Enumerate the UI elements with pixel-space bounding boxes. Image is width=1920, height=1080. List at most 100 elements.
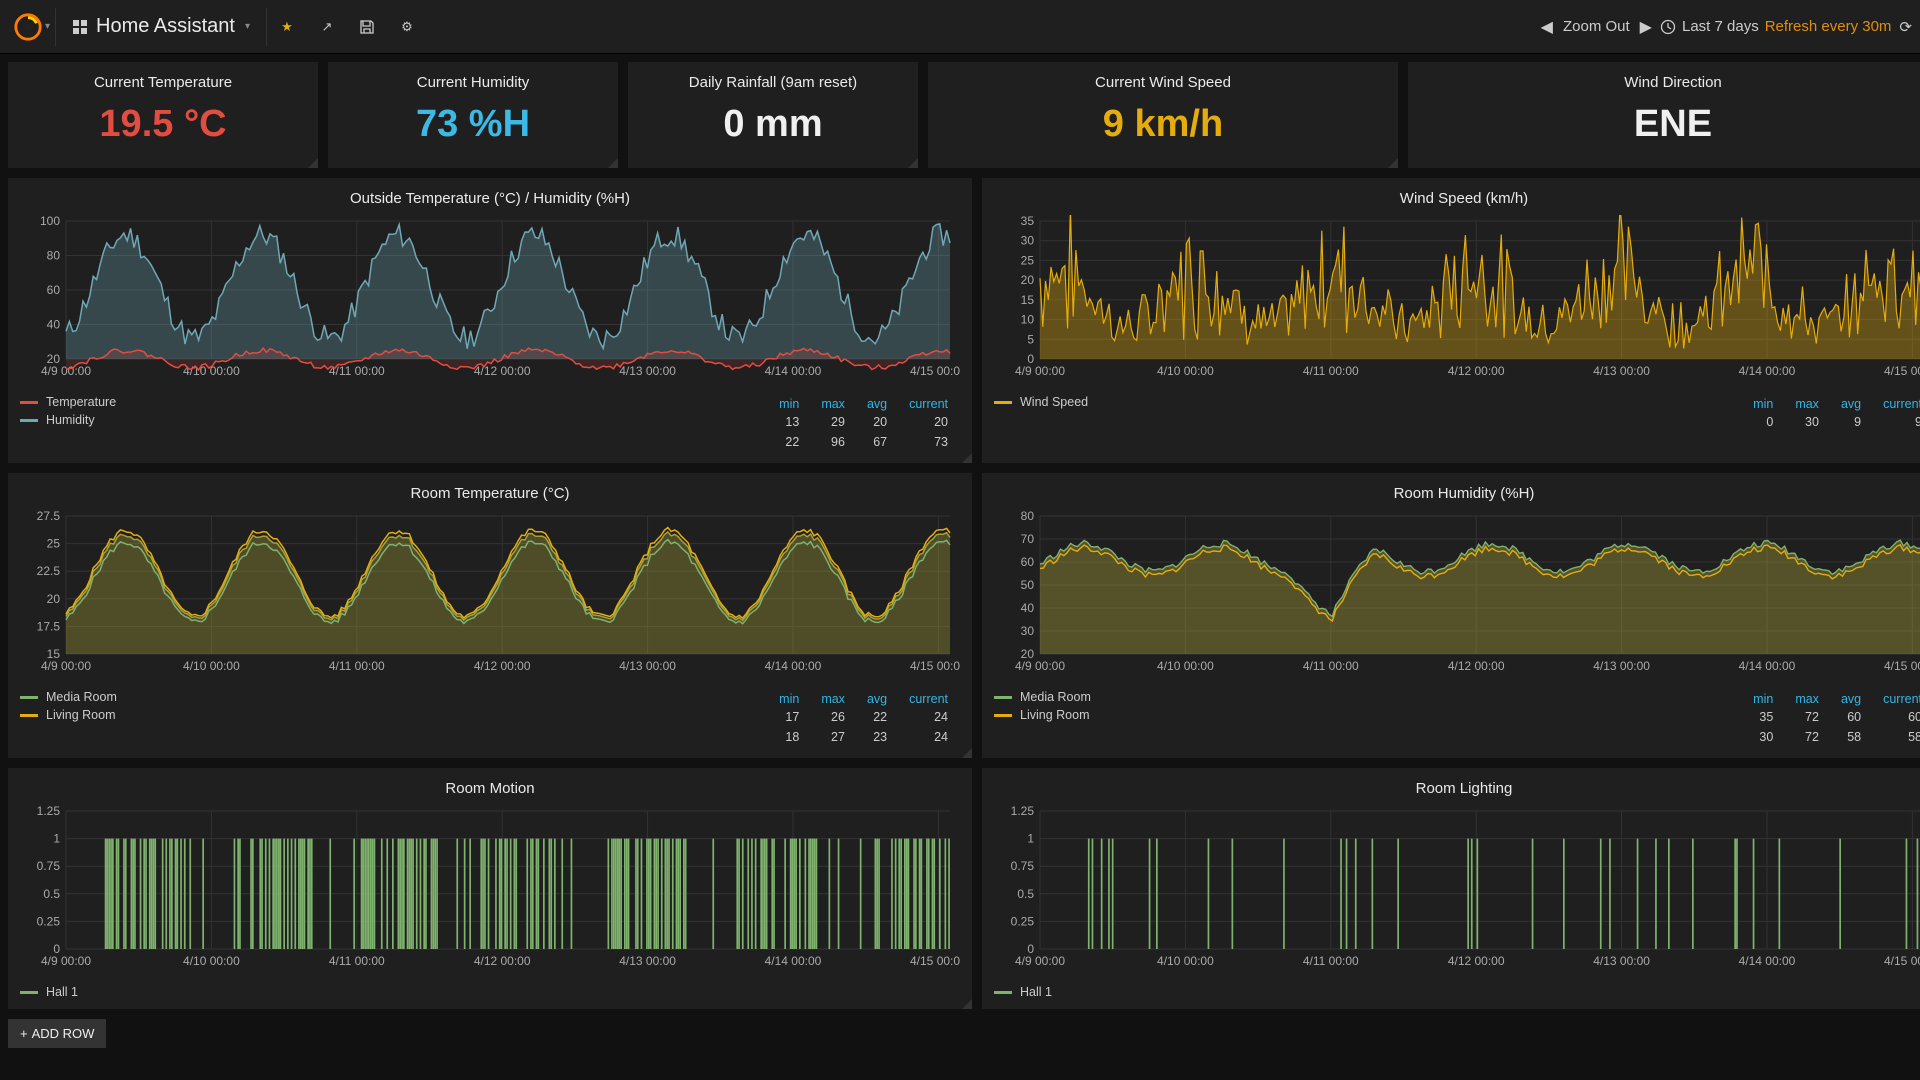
zoom-out-button[interactable]: Zoom Out: [1563, 18, 1630, 35]
svg-text:4/14 00:00: 4/14 00:00: [765, 954, 822, 968]
chart-svg: 204060801004/9 00:004/10 00:004/11 00:00…: [20, 215, 960, 383]
time-range-picker[interactable]: Last 7 days Refresh every 30m: [1660, 18, 1891, 35]
legend: Media RoomLiving Roomminmaxavgcurrent172…: [8, 686, 972, 758]
chart-svg: 1517.52022.52527.54/9 00:004/10 00:004/1…: [20, 510, 960, 678]
legend-item[interactable]: Hall 1: [994, 985, 1052, 999]
legend-label: Living Room: [46, 708, 115, 722]
legend-swatch: [994, 696, 1012, 699]
svg-text:1: 1: [1027, 832, 1034, 846]
svg-text:1: 1: [53, 832, 60, 846]
panel-title: Outside Temperature (°C) / Humidity (%H): [8, 178, 972, 215]
stat-panel: Current Temperature 19.5 °C: [8, 62, 318, 168]
add-row-button[interactable]: + ADD ROW: [8, 1019, 106, 1048]
svg-text:0.25: 0.25: [1011, 914, 1035, 928]
legend-item[interactable]: Wind Speed: [994, 395, 1088, 409]
dashboard-title: Home Assistant: [96, 15, 235, 38]
svg-text:4/13 00:00: 4/13 00:00: [619, 954, 676, 968]
stat-panel: Daily Rainfall (9am reset) 0 mm: [628, 62, 918, 168]
graph-body[interactable]: 00.250.50.7511.254/9 00:004/10 00:004/11…: [982, 805, 1920, 981]
legend-label: Hall 1: [1020, 985, 1052, 999]
legend-swatch: [994, 714, 1012, 717]
legend-label: Living Room: [1020, 708, 1089, 722]
legend-item[interactable]: Temperature: [20, 395, 116, 409]
settings-button[interactable]: ⚙: [387, 8, 427, 46]
graph-body[interactable]: 051015202530354/9 00:004/10 00:004/11 00…: [982, 215, 1920, 391]
plus-icon: +: [20, 1026, 28, 1041]
legend-swatch: [20, 401, 38, 404]
svg-text:4/11 00:00: 4/11 00:00: [1303, 954, 1359, 968]
svg-text:80: 80: [1021, 510, 1035, 523]
svg-text:4/12 00:00: 4/12 00:00: [474, 364, 531, 378]
legend-item[interactable]: Living Room: [994, 708, 1091, 722]
legend-item[interactable]: Media Room: [20, 690, 117, 704]
gear-icon: ⚙: [401, 19, 413, 35]
panel-title: Current Humidity: [417, 62, 530, 99]
svg-text:0.5: 0.5: [43, 887, 60, 901]
share-button[interactable]: ↗: [307, 8, 347, 46]
svg-text:4/10 00:00: 4/10 00:00: [1157, 659, 1214, 673]
legend-item[interactable]: Humidity: [20, 413, 116, 427]
chart-svg: 203040506070804/9 00:004/10 00:004/11 00…: [994, 510, 1920, 678]
svg-text:80: 80: [47, 249, 61, 263]
legend-label: Media Room: [1020, 690, 1091, 704]
panel-room-humidity: Room Humidity (%H) 203040506070804/9 00:…: [982, 473, 1920, 758]
panel-room-lighting: Room Lighting 00.250.50.7511.254/9 00:00…: [982, 768, 1920, 1009]
svg-text:4/10 00:00: 4/10 00:00: [183, 659, 240, 673]
resize-handle[interactable]: [1388, 158, 1398, 168]
svg-text:4/15 00:00: 4/15 00:00: [1884, 954, 1920, 968]
svg-text:10: 10: [1021, 313, 1035, 327]
time-range-label: Last 7 days: [1682, 18, 1759, 35]
resize-handle[interactable]: [962, 453, 972, 463]
panel-title: Daily Rainfall (9am reset): [689, 62, 857, 99]
stat-panel: Current Humidity 73 %H: [328, 62, 618, 168]
chart-svg: 00.250.50.7511.254/9 00:004/10 00:004/11…: [20, 805, 960, 973]
svg-text:4/15 00:00: 4/15 00:00: [1884, 364, 1920, 378]
panel-outside-temp-humidity: Outside Temperature (°C) / Humidity (%H)…: [8, 178, 972, 463]
graph-body[interactable]: 203040506070804/9 00:004/10 00:004/11 00…: [982, 510, 1920, 686]
grafana-logo[interactable]: ▾: [8, 8, 56, 46]
legend-swatch: [20, 714, 38, 717]
legend: Hall 1: [982, 981, 1920, 1009]
svg-text:4/14 00:00: 4/14 00:00: [1739, 954, 1796, 968]
svg-text:4/14 00:00: 4/14 00:00: [1739, 364, 1796, 378]
svg-text:50: 50: [1021, 578, 1035, 592]
graph-body[interactable]: 1517.52022.52527.54/9 00:004/10 00:004/1…: [8, 510, 972, 686]
refresh-button[interactable]: ⟳: [1899, 18, 1912, 36]
svg-text:4/11 00:00: 4/11 00:00: [1303, 659, 1359, 673]
legend-stats-table: minmaxavgcurrent03099: [1719, 395, 1920, 433]
panel-room-temp: Room Temperature (°C) 1517.52022.52527.5…: [8, 473, 972, 758]
panel-title: Room Lighting: [982, 768, 1920, 805]
time-back-button[interactable]: ◀: [1541, 17, 1553, 37]
panel-title: Wind Speed (km/h): [982, 178, 1920, 215]
dashboard-grid-icon: [72, 19, 88, 35]
svg-text:4/13 00:00: 4/13 00:00: [1593, 954, 1650, 968]
graph-row-3: Room Motion 00.250.50.7511.254/9 00:004/…: [8, 768, 1912, 1009]
resize-handle[interactable]: [608, 158, 618, 168]
stat-value: 19.5 °C: [99, 103, 226, 146]
stat-value: ENE: [1634, 103, 1712, 146]
resize-handle[interactable]: [908, 158, 918, 168]
resize-handle[interactable]: [962, 999, 972, 1009]
svg-text:40: 40: [1021, 601, 1035, 615]
panel-title: Current Wind Speed: [1095, 62, 1231, 99]
save-button[interactable]: [347, 8, 387, 46]
legend-label: Humidity: [46, 413, 95, 427]
time-forward-button[interactable]: ▶: [1640, 17, 1652, 37]
graph-body[interactable]: 00.250.50.7511.254/9 00:004/10 00:004/11…: [8, 805, 972, 981]
star-button[interactable]: ★: [267, 8, 307, 46]
legend-label: Wind Speed: [1020, 395, 1088, 409]
legend-item[interactable]: Living Room: [20, 708, 117, 722]
svg-text:30: 30: [1021, 624, 1035, 638]
graph-body[interactable]: 204060801004/9 00:004/10 00:004/11 00:00…: [8, 215, 972, 391]
clock-icon: [1660, 19, 1676, 35]
resize-handle[interactable]: [308, 158, 318, 168]
legend-item[interactable]: Hall 1: [20, 985, 78, 999]
panel-title: Room Temperature (°C): [8, 473, 972, 510]
resize-handle[interactable]: [962, 748, 972, 758]
svg-text:100: 100: [40, 215, 60, 228]
panel-title: Wind Direction: [1624, 62, 1722, 99]
dashboard-picker[interactable]: Home Assistant ▾: [56, 8, 267, 46]
legend-item[interactable]: Media Room: [994, 690, 1091, 704]
svg-text:0.5: 0.5: [1017, 887, 1034, 901]
svg-text:4/13 00:00: 4/13 00:00: [1593, 659, 1650, 673]
